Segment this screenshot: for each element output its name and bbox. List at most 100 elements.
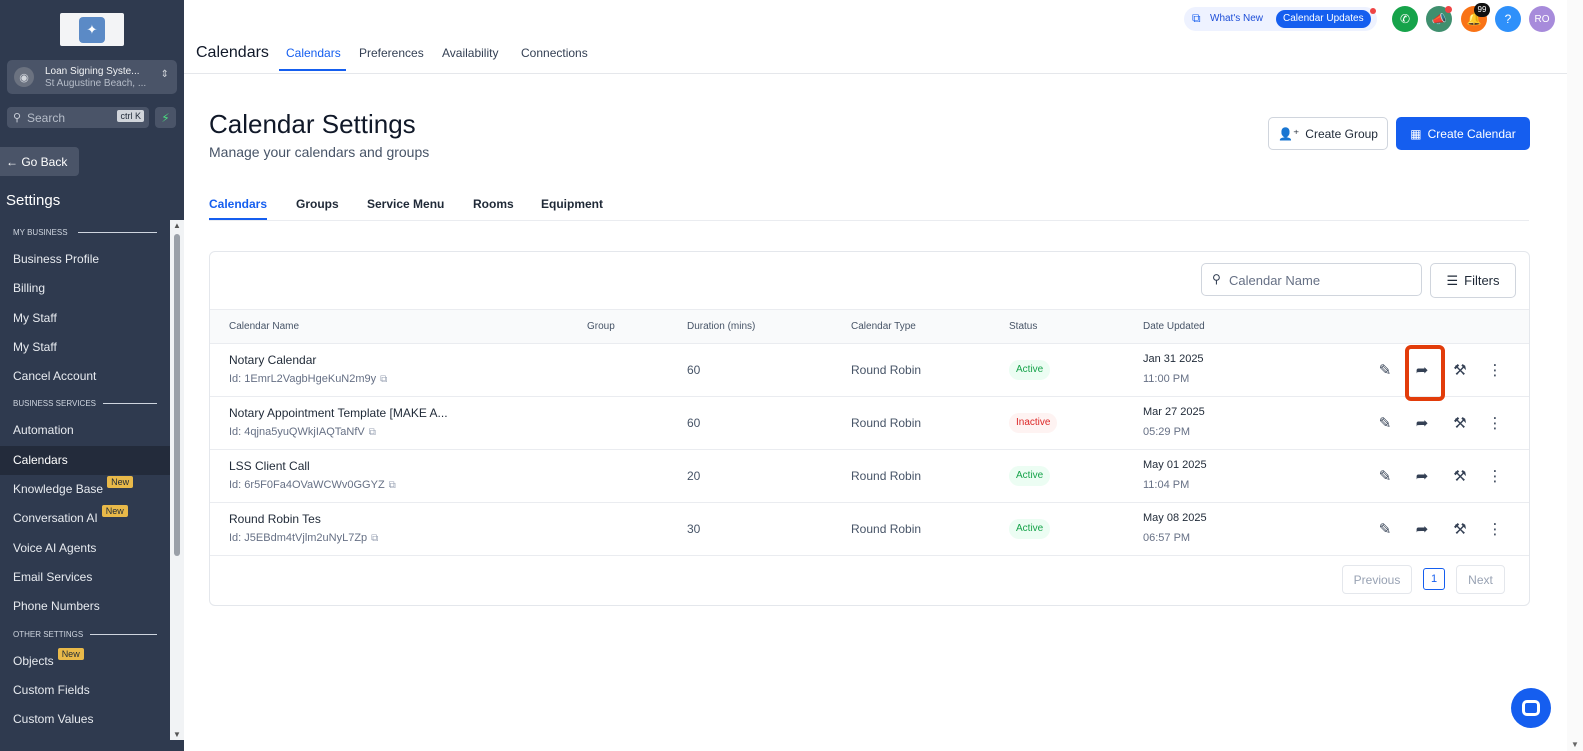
tab-calendars[interactable]: Calendars <box>286 46 341 60</box>
calendar-updates-pill: Calendar Updates <box>1276 10 1371 28</box>
sidebar-item-calendars[interactable]: Calendars <box>0 445 170 476</box>
tools-icon[interactable]: ⚒ <box>1449 412 1471 434</box>
tab-connections[interactable]: Connections <box>521 46 588 60</box>
table-row[interactable]: Round Robin Tes Id: J5EBdm4tVjlm2uNyL7Zp… <box>210 503 1529 556</box>
help-button[interactable]: ? <box>1495 6 1521 32</box>
sidebar-item-my-staff[interactable]: My Staff <box>0 304 170 333</box>
col-duration[interactable]: Duration (mins) <box>687 321 755 332</box>
tab-availability[interactable]: Availability <box>442 46 498 60</box>
page-number-button[interactable]: 1 <box>1423 568 1445 590</box>
sidebar-item-email-services[interactable]: Email Services <box>0 563 170 592</box>
create-group-label: Create Group <box>1305 126 1378 141</box>
tools-icon[interactable]: ⚒ <box>1449 518 1471 540</box>
time-updated: 06:57 PM <box>1143 532 1191 544</box>
col-status[interactable]: Status <box>1009 321 1037 332</box>
tools-icon[interactable]: ⚒ <box>1449 465 1471 487</box>
copy-icon[interactable]: ⧉ <box>369 427 376 438</box>
sidebar-scrollbar[interactable]: ▲ ▼ <box>170 220 184 740</box>
sidebar-item-phone-numbers[interactable]: Phone Numbers <box>0 592 170 621</box>
subtab-rooms[interactable]: Rooms <box>473 197 514 211</box>
create-calendar-button[interactable]: ▦ Create Calendar <box>1396 117 1530 150</box>
scroll-down-icon[interactable]: ▼ <box>1571 740 1579 749</box>
page-title: Calendar Settings <box>209 109 416 139</box>
calendar-name[interactable]: LSS Client Call <box>229 459 310 473</box>
subtab-calendars[interactable]: Calendars <box>209 197 267 211</box>
company-logo[interactable]: ✦ <box>60 13 124 46</box>
date-updated: May 01 2025 <box>1143 459 1207 471</box>
subtab-equipment[interactable]: Equipment <box>541 197 603 211</box>
sidebar-item-voice-ai-agents[interactable]: Voice AI Agents <box>0 534 170 563</box>
more-options-icon[interactable]: ⋮ <box>1484 518 1506 540</box>
sidebar-item-billing[interactable]: Billing <box>0 274 170 303</box>
whats-new-button[interactable]: ⧉ What's New Calendar Updates <box>1184 7 1377 31</box>
sidebar-item-objects[interactable]: Objects New <box>0 647 170 676</box>
quick-action-bolt-icon[interactable]: ⚡ <box>155 107 176 128</box>
active-tab-indicator <box>279 69 346 71</box>
copy-icon[interactable]: ⧉ <box>380 374 387 385</box>
new-badge: New <box>107 476 134 489</box>
sidebar-item-automation[interactable]: Automation <box>0 416 170 445</box>
filters-button[interactable]: ☰ Filters <box>1430 263 1516 298</box>
phone-button[interactable]: ✆ <box>1392 6 1418 32</box>
sidebar-item-custom-fields[interactable]: Custom Fields <box>0 676 170 705</box>
sidebar-item-cancel-account[interactable]: Cancel Account <box>0 362 170 391</box>
calendar-name[interactable]: Notary Calendar <box>229 353 316 367</box>
account-switcher[interactable]: ◉ Loan Signing Syste... St Augustine Bea… <box>7 60 177 94</box>
table-row[interactable]: LSS Client Call Id: 6r5F0Fa4OVaWCWv0GGYZ… <box>210 450 1529 503</box>
whats-new-label: What's New <box>1210 13 1264 24</box>
scroll-down-icon[interactable]: ▼ <box>173 730 181 739</box>
more-options-icon[interactable]: ⋮ <box>1484 359 1506 381</box>
nav-label: Conversation AI <box>13 511 98 526</box>
sidebar-item-business-profile[interactable]: Business Profile <box>0 245 170 274</box>
sidebar-item-custom-values[interactable]: Custom Values <box>0 705 170 734</box>
share-arrow-icon[interactable]: ➦ <box>1411 465 1433 487</box>
col-calendar-type[interactable]: Calendar Type <box>851 321 916 332</box>
edit-pencil-icon[interactable]: ✎ <box>1374 465 1396 487</box>
sidebar-item-knowledge-base[interactable]: Knowledge Base New <box>0 475 170 504</box>
chat-bubble-icon <box>1522 700 1540 716</box>
edit-pencil-icon[interactable]: ✎ <box>1374 518 1396 540</box>
table-row[interactable]: Notary Calendar Id: 1EmrL2VagbHgeKuN2m9y… <box>210 344 1529 401</box>
user-avatar[interactable]: RO <box>1529 6 1555 32</box>
sidebar-scroll-thumb[interactable] <box>174 234 180 556</box>
duration: 60 <box>687 416 701 430</box>
col-date-updated[interactable]: Date Updated <box>1143 321 1205 332</box>
sidebar-search[interactable]: ⚲ Search ctrl K <box>7 107 149 128</box>
nav-label: Objects <box>13 653 54 668</box>
table-row[interactable]: Notary Appointment Template [MAKE A... I… <box>210 397 1529 450</box>
share-arrow-icon[interactable]: ➦ <box>1411 518 1433 540</box>
previous-page-button[interactable]: Previous <box>1342 565 1412 594</box>
status-badge: Active <box>1009 519 1051 539</box>
edit-pencil-icon[interactable]: ✎ <box>1374 412 1396 434</box>
share-arrow-icon[interactable]: ➦ <box>1411 412 1433 434</box>
calendar-name-search[interactable]: ⚲ Calendar Name <box>1201 263 1422 296</box>
col-calendar-name[interactable]: Calendar Name <box>229 321 299 332</box>
sidebar-item-conversation-ai[interactable]: Conversation AI New <box>0 504 170 533</box>
calendar-name[interactable]: Round Robin Tes <box>229 512 321 526</box>
settings-title: Settings <box>6 192 61 209</box>
edit-pencil-icon[interactable]: ✎ <box>1374 359 1396 381</box>
create-group-button[interactable]: 👤⁺ Create Group <box>1268 117 1388 150</box>
chat-widget-button[interactable] <box>1511 688 1551 728</box>
date-updated: May 08 2025 <box>1143 512 1207 524</box>
nav-label: Knowledge Base <box>13 482 104 497</box>
go-back-button[interactable]: ← Go Back <box>0 147 79 176</box>
copy-icon[interactable]: ⧉ <box>371 533 378 544</box>
subtab-service-menu[interactable]: Service Menu <box>367 197 444 211</box>
scroll-up-icon[interactable]: ▲ <box>173 221 181 230</box>
calendar-name[interactable]: Notary Appointment Template [MAKE A... <box>229 406 448 420</box>
tab-preferences[interactable]: Preferences <box>359 46 424 60</box>
share-highlight-box <box>1405 345 1445 401</box>
next-page-button[interactable]: Next <box>1456 565 1505 594</box>
more-options-icon[interactable]: ⋮ <box>1484 412 1506 434</box>
col-group[interactable]: Group <box>587 321 615 332</box>
announcement-icon: ⧉ <box>1192 11 1201 25</box>
tools-icon[interactable]: ⚒ <box>1449 359 1471 381</box>
sidebar-item-my-staff-2[interactable]: My Staff <box>0 333 170 362</box>
more-options-icon[interactable]: ⋮ <box>1484 465 1506 487</box>
copy-icon[interactable]: ⧉ <box>389 480 396 491</box>
calendar-id-text: Id: 4qjna5yuQWkjIAQTaNfV <box>229 426 365 438</box>
calendars-table-card: ⚲ Calendar Name ☰ Filters Calendar Name G… <box>209 251 1530 606</box>
subtab-groups[interactable]: Groups <box>296 197 339 211</box>
page-scrollbar[interactable]: ▼ <box>1567 0 1583 751</box>
